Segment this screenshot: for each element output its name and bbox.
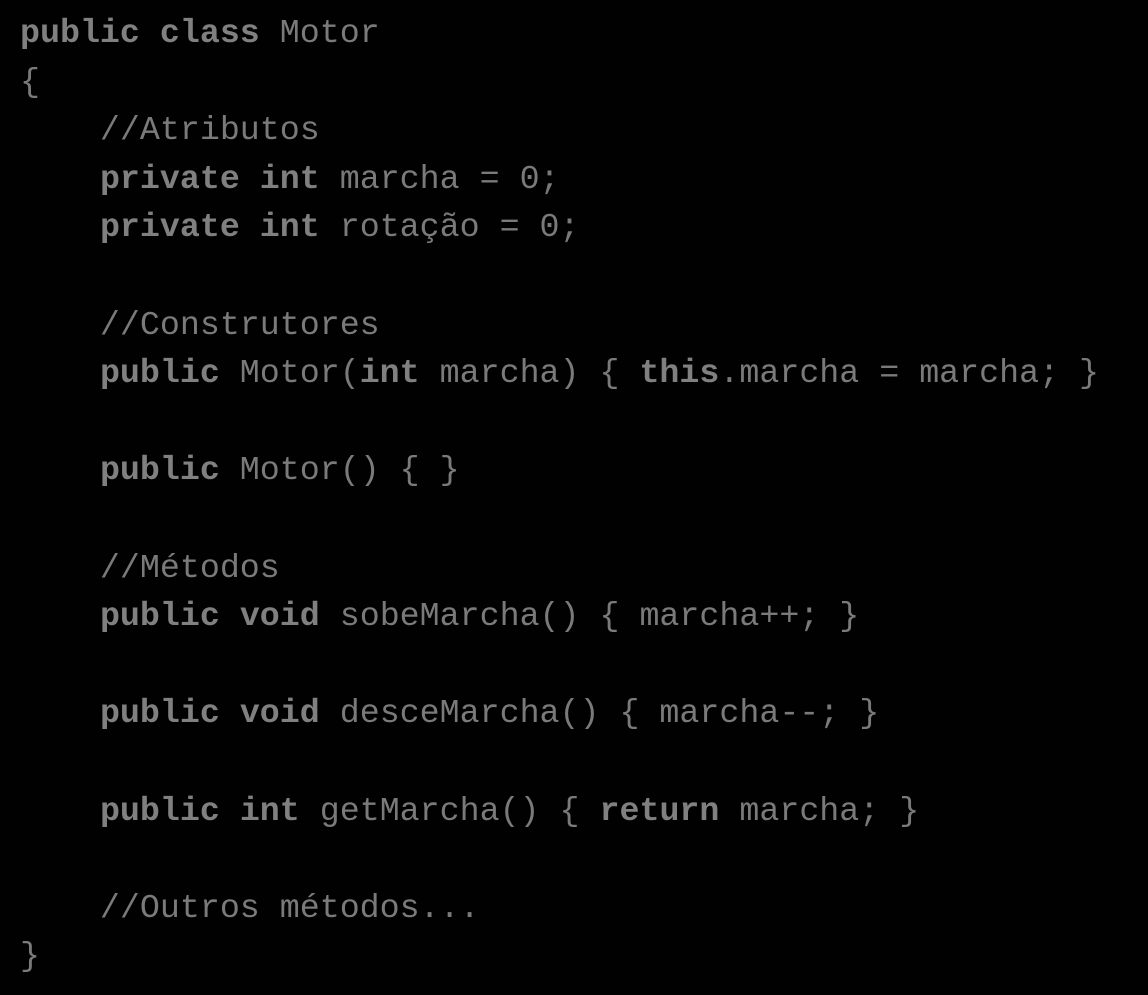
code-keyword: public: [99, 354, 220, 393]
code-text: Motor(: [219, 354, 360, 393]
code-text: Motor: [259, 14, 380, 52]
code-keyword: class: [159, 14, 260, 52]
code-text: {: [20, 62, 40, 101]
code-keyword: void: [239, 597, 320, 636]
code-line: //Atributos: [20, 106, 1099, 155]
code-text: marcha; }: [719, 791, 920, 830]
code-text: sobeMarcha() { marcha++; }: [319, 597, 860, 636]
code-line: public int getMarcha() { return marcha; …: [20, 787, 1099, 836]
code-line: public class Motor: [20, 9, 1099, 58]
code-keyword: int: [239, 791, 300, 830]
code-keyword: private: [99, 159, 240, 198]
code-text: rotação = 0;: [319, 208, 580, 247]
code-block: public class Motor { //Atributos private …: [20, 9, 1099, 981]
code-text: }: [20, 937, 40, 976]
code-line: private int marcha = 0;: [20, 155, 1099, 204]
code-keyword: public: [99, 597, 220, 636]
code-line: //Outros métodos...: [20, 884, 1099, 933]
code-line: private int rotação = 0;: [20, 203, 1099, 252]
code-line: public void sobeMarcha() { marcha++; }: [20, 592, 1099, 641]
code-text: //Métodos: [20, 548, 280, 587]
code-line: //Construtores: [20, 301, 1099, 350]
code-keyword: int: [359, 354, 420, 393]
code-text: //Outros métodos...: [20, 888, 480, 927]
code-line: public Motor(int marcha) { this.marcha =…: [20, 349, 1099, 398]
code-text: desceMarcha() { marcha--; }: [319, 694, 880, 733]
code-text: marcha = 0;: [319, 159, 560, 198]
code-keyword: public: [99, 451, 220, 490]
code-line: {: [20, 58, 1099, 107]
code-line: }: [20, 932, 1099, 981]
code-keyword: int: [259, 208, 320, 247]
code-text: //Construtores: [20, 305, 380, 344]
code-line: public void desceMarcha() { marcha--; }: [20, 689, 1099, 738]
code-keyword: public: [99, 694, 220, 733]
code-text: .marcha = marcha; }: [719, 354, 1100, 393]
code-line: //Métodos: [20, 544, 1099, 593]
code-line: public Motor() { }: [20, 446, 1099, 495]
code-keyword: public: [99, 791, 220, 830]
code-text: marcha) {: [419, 354, 640, 393]
code-keyword: void: [239, 694, 320, 733]
code-text: getMarcha() {: [299, 791, 600, 830]
code-keyword: return: [599, 791, 720, 830]
code-keyword: int: [259, 159, 320, 198]
code-keyword: private: [99, 208, 240, 247]
code-text: //Atributos: [20, 111, 320, 150]
code-keyword: public: [20, 14, 140, 52]
code-text: Motor() { }: [219, 451, 460, 490]
code-keyword: this: [639, 354, 720, 393]
